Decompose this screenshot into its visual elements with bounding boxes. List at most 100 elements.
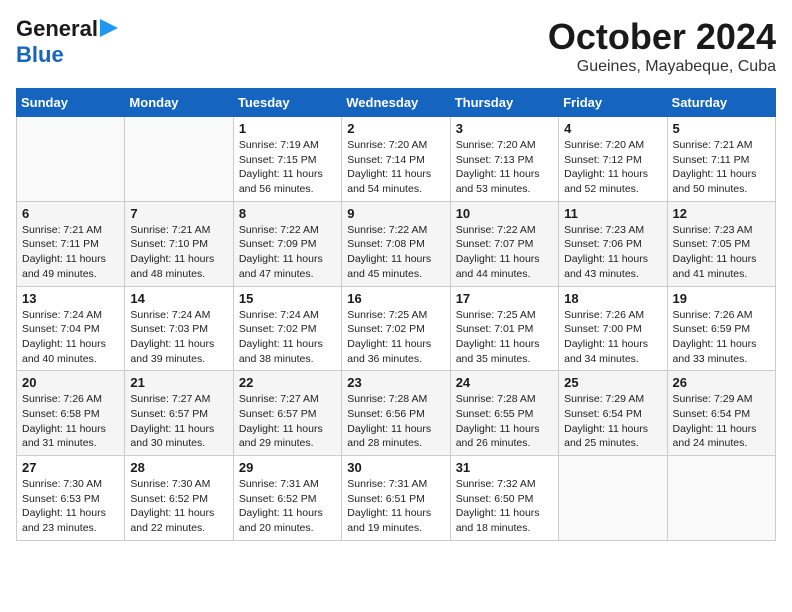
calendar-cell [125,117,233,202]
calendar-cell: 23 Sunrise: 7:28 AM Sunset: 6:56 PM Dayli… [342,371,450,456]
calendar-cell: 27 Sunrise: 7:30 AM Sunset: 6:53 PM Dayli… [17,456,125,541]
day-number: 22 [239,375,336,390]
day-number: 30 [347,460,444,475]
location-subtitle: Gueines, Mayabeque, Cuba [548,58,776,76]
header-wednesday: Wednesday [342,89,450,117]
day-number: 24 [456,375,553,390]
day-info: Sunrise: 7:20 AM Sunset: 7:12 PM Dayligh… [564,138,661,197]
calendar-week-3: 13 Sunrise: 7:24 AM Sunset: 7:04 PM Dayli… [17,286,776,371]
day-number: 23 [347,375,444,390]
day-info: Sunrise: 7:30 AM Sunset: 6:53 PM Dayligh… [22,477,119,536]
calendar-cell: 4 Sunrise: 7:20 AM Sunset: 7:12 PM Daylig… [559,117,667,202]
calendar-cell [559,456,667,541]
header-thursday: Thursday [450,89,558,117]
calendar-week-1: 1 Sunrise: 7:19 AM Sunset: 7:15 PM Daylig… [17,117,776,202]
calendar-cell: 8 Sunrise: 7:22 AM Sunset: 7:09 PM Daylig… [233,201,341,286]
day-number: 16 [347,291,444,306]
day-number: 6 [22,206,119,221]
day-info: Sunrise: 7:29 AM Sunset: 6:54 PM Dayligh… [673,392,770,451]
day-number: 21 [130,375,227,390]
day-number: 13 [22,291,119,306]
day-number: 4 [564,121,661,136]
calendar-cell: 9Sunrise: 7:22 AM Sunset: 7:08 PM Daylig… [342,201,450,286]
day-info: Sunrise: 7:20 AM Sunset: 7:13 PM Dayligh… [456,138,553,197]
day-info: Sunrise: 7:23 AM Sunset: 7:05 PM Dayligh… [673,223,770,282]
calendar-cell: 17 Sunrise: 7:25 AM Sunset: 7:01 PM Dayli… [450,286,558,371]
day-number: 19 [673,291,770,306]
calendar-cell: 5 Sunrise: 7:21 AM Sunset: 7:11 PM Daylig… [667,117,775,202]
day-number: 31 [456,460,553,475]
day-info: Sunrise: 7:26 AM Sunset: 6:58 PM Dayligh… [22,392,119,451]
day-info: Sunrise: 7:24 AM Sunset: 7:04 PM Dayligh… [22,308,119,367]
day-info: Sunrise: 7:28 AM Sunset: 6:56 PM Dayligh… [347,392,444,451]
header-sunday: Sunday [17,89,125,117]
calendar-cell: 12 Sunrise: 7:23 AM Sunset: 7:05 PM Dayli… [667,201,775,286]
day-info: Sunrise: 7:22 AM Sunset: 7:08 PM Dayligh… [347,223,444,282]
calendar-cell: 11 Sunrise: 7:23 AM Sunset: 7:06 PM Dayli… [559,201,667,286]
day-info: Sunrise: 7:29 AM Sunset: 6:54 PM Dayligh… [564,392,661,451]
day-info: Sunrise: 7:23 AM Sunset: 7:06 PM Dayligh… [564,223,661,282]
day-number: 20 [22,375,119,390]
calendar-cell: 24 Sunrise: 7:28 AM Sunset: 6:55 PM Dayli… [450,371,558,456]
day-number: 15 [239,291,336,306]
day-info: Sunrise: 7:26 AM Sunset: 7:00 PM Dayligh… [564,308,661,367]
day-number: 18 [564,291,661,306]
day-number: 1 [239,121,336,136]
calendar-cell [17,117,125,202]
day-info: Sunrise: 7:30 AM Sunset: 6:52 PM Dayligh… [130,477,227,536]
day-info: Sunrise: 7:22 AM Sunset: 7:09 PM Dayligh… [239,223,336,282]
calendar-table: SundayMondayTuesdayWednesdayThursdayFrid… [16,88,776,541]
calendar-cell [667,456,775,541]
day-info: Sunrise: 7:28 AM Sunset: 6:55 PM Dayligh… [456,392,553,451]
calendar-cell: 31Sunrise: 7:32 AM Sunset: 6:50 PM Dayli… [450,456,558,541]
day-number: 27 [22,460,119,475]
header-friday: Friday [559,89,667,117]
day-info: Sunrise: 7:26 AM Sunset: 6:59 PM Dayligh… [673,308,770,367]
calendar-cell: 3 Sunrise: 7:20 AM Sunset: 7:13 PM Daylig… [450,117,558,202]
day-number: 29 [239,460,336,475]
calendar-cell: 15 Sunrise: 7:24 AM Sunset: 7:02 PM Dayli… [233,286,341,371]
logo-arrow-icon [100,19,118,37]
day-number: 25 [564,375,661,390]
day-info: Sunrise: 7:24 AM Sunset: 7:02 PM Dayligh… [239,308,336,367]
day-info: Sunrise: 7:31 AM Sunset: 6:52 PM Dayligh… [239,477,336,536]
calendar-cell: 1 Sunrise: 7:19 AM Sunset: 7:15 PM Daylig… [233,117,341,202]
day-number: 17 [456,291,553,306]
day-number: 8 [239,206,336,221]
day-number: 10 [456,206,553,221]
calendar-week-4: 20 Sunrise: 7:26 AM Sunset: 6:58 PM Dayli… [17,371,776,456]
calendar-week-5: 27 Sunrise: 7:30 AM Sunset: 6:53 PM Dayli… [17,456,776,541]
calendar-cell: 19 Sunrise: 7:26 AM Sunset: 6:59 PM Dayli… [667,286,775,371]
calendar-cell: 25 Sunrise: 7:29 AM Sunset: 6:54 PM Dayli… [559,371,667,456]
day-info: Sunrise: 7:27 AM Sunset: 6:57 PM Dayligh… [130,392,227,451]
calendar-cell: 2Sunrise: 7:20 AM Sunset: 7:14 PM Daylig… [342,117,450,202]
logo: General Blue [16,16,118,68]
day-info: Sunrise: 7:27 AM Sunset: 6:57 PM Dayligh… [239,392,336,451]
day-info: Sunrise: 7:21 AM Sunset: 7:11 PM Dayligh… [673,138,770,197]
day-info: Sunrise: 7:25 AM Sunset: 7:02 PM Dayligh… [347,308,444,367]
day-info: Sunrise: 7:25 AM Sunset: 7:01 PM Dayligh… [456,308,553,367]
calendar-cell: 13 Sunrise: 7:24 AM Sunset: 7:04 PM Dayli… [17,286,125,371]
header-monday: Monday [125,89,233,117]
month-title: October 2024 [548,16,776,58]
logo-text-blue: Blue [16,42,64,67]
day-info: Sunrise: 7:31 AM Sunset: 6:51 PM Dayligh… [347,477,444,536]
calendar-cell: 21 Sunrise: 7:27 AM Sunset: 6:57 PM Dayli… [125,371,233,456]
header-saturday: Saturday [667,89,775,117]
calendar-cell: 16 Sunrise: 7:25 AM Sunset: 7:02 PM Dayli… [342,286,450,371]
day-number: 5 [673,121,770,136]
day-info: Sunrise: 7:22 AM Sunset: 7:07 PM Dayligh… [456,223,553,282]
calendar-cell: 7Sunrise: 7:21 AM Sunset: 7:10 PM Daylig… [125,201,233,286]
calendar-cell: 29 Sunrise: 7:31 AM Sunset: 6:52 PM Dayli… [233,456,341,541]
day-info: Sunrise: 7:20 AM Sunset: 7:14 PM Dayligh… [347,138,444,197]
day-number: 12 [673,206,770,221]
logo-text-general: General [16,16,98,42]
calendar-cell: 28Sunrise: 7:30 AM Sunset: 6:52 PM Dayli… [125,456,233,541]
day-info: Sunrise: 7:19 AM Sunset: 7:15 PM Dayligh… [239,138,336,197]
day-number: 14 [130,291,227,306]
calendar-cell: 10 Sunrise: 7:22 AM Sunset: 7:07 PM Dayli… [450,201,558,286]
day-number: 3 [456,121,553,136]
calendar-cell: 6Sunrise: 7:21 AM Sunset: 7:11 PM Daylig… [17,201,125,286]
day-info: Sunrise: 7:24 AM Sunset: 7:03 PM Dayligh… [130,308,227,367]
day-number: 11 [564,206,661,221]
